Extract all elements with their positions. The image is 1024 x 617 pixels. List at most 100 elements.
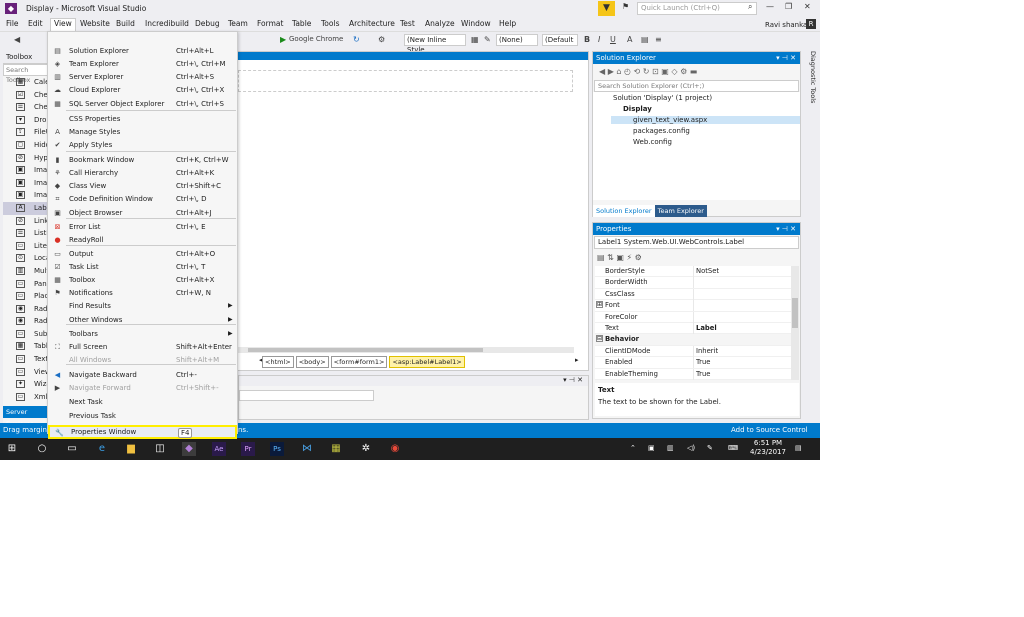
toolbox-item[interactable]: ☰CheckBoxList [3, 101, 51, 114]
volume-icon[interactable]: ◁) [687, 444, 695, 452]
design-surface[interactable] [238, 70, 573, 92]
diagnostic-tools-tab[interactable]: Diagnostic Tools [803, 51, 817, 121]
css-icon[interactable]: ▦ [471, 35, 479, 44]
visual-studio-taskbar-icon[interactable]: ◆ [182, 442, 196, 456]
tray-chevron-icon[interactable]: ⌃ [630, 444, 636, 452]
back-icon[interactable]: ◀ [14, 35, 20, 44]
start-icon[interactable]: ⊞ [5, 442, 19, 456]
tree-solution[interactable]: Solution 'Display' (1 project) [613, 94, 712, 102]
property-row[interactable]: ⊞ Font [595, 300, 791, 312]
solution-search-input[interactable]: Search Solution Explorer (Ctrl+;) [594, 80, 799, 92]
menu-item-output[interactable]: ▭ Output Ctrl+Alt+O [48, 248, 237, 260]
tab-team-explorer[interactable]: Team Explorer [654, 205, 707, 217]
menu-item-solution-explorer[interactable]: ▤ Solution Explorer Ctrl+Alt+L [48, 45, 237, 57]
store-icon[interactable]: ◫ [153, 442, 167, 456]
toolbox-item[interactable]: ▣ImageMap [3, 189, 51, 202]
menu-debug[interactable]: Debug [195, 19, 220, 28]
menu-incredibuild[interactable]: Incredibuild [145, 19, 189, 28]
object-selector[interactable]: Label1 System.Web.UI.WebControls.Label [594, 236, 799, 249]
menu-test[interactable]: Test [400, 19, 415, 28]
tree-project[interactable]: Display [623, 105, 652, 113]
pen-icon[interactable]: ✎ [707, 444, 713, 452]
font-color-icon[interactable]: A [627, 35, 632, 44]
property-value[interactable]: NotSet [696, 267, 719, 275]
horizontal-scrollbar[interactable] [238, 347, 574, 353]
menu-item-properties-window[interactable]: 🔧 Properties Window F4 [48, 425, 237, 439]
property-category[interactable]: ⊟ Behavior [595, 334, 791, 346]
property-row[interactable]: ForeColor [595, 311, 791, 323]
tray-network-icon[interactable]: ▣ [648, 444, 655, 452]
italic-icon[interactable]: I [598, 35, 600, 44]
file-explorer-icon[interactable]: ▆ [124, 442, 138, 456]
menu-help[interactable]: Help [499, 19, 516, 28]
browser-label[interactable]: Google Chrome [289, 35, 343, 43]
toolbox-item[interactable]: ✦Wizard [3, 378, 51, 391]
toolbox-item[interactable]: ☰ListBox [3, 227, 51, 240]
property-value[interactable]: True [696, 370, 710, 378]
breadcrumb-form[interactable]: <form#form1> [330, 356, 388, 368]
toolbox-item[interactable]: ▣Image [3, 164, 51, 177]
toolbar-icons[interactable]: ◀ ▶ ⌂ ◴ ⟲ ↻ ⊡ ▣ ◇ ⚙ ▬ [599, 67, 697, 76]
menu-item-toolbars[interactable]: Toolbars ▶ [48, 328, 237, 340]
refresh-icon[interactable]: ↻ [353, 35, 360, 44]
toolbar-icons[interactable]: ▤ ⇅ ▣ ⚡ ⚙ [597, 253, 642, 262]
notifications-flag-icon[interactable]: ⚑ [622, 2, 629, 11]
menu-item-class-view[interactable]: ◆ Class View Ctrl+Shift+C [48, 180, 237, 192]
menu-item-next-task[interactable]: Next Task [48, 396, 237, 408]
toolbox-item[interactable]: ▢HiddenField [3, 139, 51, 152]
app-icon[interactable]: ▦ [329, 442, 343, 456]
menu-item-navigate-forward[interactable]: ▶ Navigate Forward Ctrl+Shift+- [48, 382, 237, 394]
toolbox-item[interactable]: ◉RadioButton [3, 303, 51, 316]
expand-icon[interactable]: ⊟ [596, 335, 603, 343]
property-row[interactable]: ClientIDMode Inherit [595, 345, 791, 358]
property-value[interactable]: Inherit [696, 347, 718, 355]
menu-edit[interactable]: Edit [28, 19, 43, 28]
premiere-icon[interactable]: Pr [241, 442, 255, 456]
toolbox-item[interactable]: ▦ Table [3, 340, 51, 353]
toolbox-item[interactable]: ▭Substitution [3, 328, 51, 341]
tree-file-packages[interactable]: packages.config [633, 127, 690, 135]
breadcrumb-label[interactable]: <asp:Label#Label1> [389, 356, 465, 368]
menu-item-call-hierarchy[interactable]: ⚘ Call Hierarchy Ctrl+Alt+K [48, 167, 237, 179]
edge-icon[interactable]: e [95, 442, 109, 456]
browser-link-icon[interactable]: ⚙ [378, 35, 385, 44]
menu-file[interactable]: File [6, 19, 19, 28]
toolbox-item[interactable]: ▥MultiView [3, 265, 51, 278]
property-row[interactable]: Enabled True [595, 357, 791, 369]
menu-item-manage-styles[interactable]: A Manage Styles [48, 126, 237, 138]
toolbox-item[interactable]: ▦Calendar [3, 76, 51, 89]
align-icon[interactable]: ≡ [655, 35, 662, 44]
tray-app-icon[interactable]: ▥ [667, 444, 674, 452]
settings-icon[interactable]: ✲ [359, 442, 373, 456]
cortana-icon[interactable]: ○ [35, 442, 49, 456]
keyboard-icon[interactable]: ⌨ [728, 444, 738, 452]
highlight-icon[interactable]: ▤ [641, 35, 649, 44]
menu-item-css-properties[interactable]: CSS Properties [48, 113, 237, 125]
photoshop-icon[interactable]: Ps [270, 442, 284, 456]
chrome-icon[interactable]: ◉ [388, 442, 402, 456]
menu-item-code-definition-window[interactable]: ⌗ Code Definition Window Ctrl+\, D [48, 193, 237, 205]
toolbox-item[interactable]: ▭Literal [3, 240, 51, 253]
output-source-dropdown[interactable] [239, 390, 374, 401]
menu-website[interactable]: Website [80, 19, 110, 28]
menu-item-server-explorer[interactable]: ▥ Server Explorer Ctrl+Alt+S [48, 71, 237, 83]
toolbox-item[interactable]: ▭ View [3, 366, 51, 379]
toolbox-item[interactable]: ▣ImageButton [3, 177, 51, 190]
menu-view[interactable]: View [50, 18, 76, 31]
menu-item-previous-task[interactable]: Previous Task [48, 410, 237, 422]
toolbox-item[interactable]: ⇪FileUpload [3, 126, 51, 139]
property-value[interactable]: Label [696, 324, 717, 332]
search-icon[interactable]: ⌕ [748, 2, 752, 12]
menu-window[interactable]: Window [461, 19, 491, 28]
filter-icon[interactable]: ▼ [598, 1, 615, 16]
clock[interactable]: 6:51 PM 4/23/2017 [748, 439, 788, 457]
breadcrumb-html[interactable]: <html> [262, 356, 294, 368]
bold-icon[interactable]: B [584, 35, 590, 44]
property-row[interactable]: EnableTheming True [595, 368, 791, 380]
property-value[interactable]: True [696, 358, 710, 366]
quick-launch-input[interactable]: Quick Launch (Ctrl+Q) [637, 2, 757, 15]
underline-icon[interactable]: U [610, 35, 616, 44]
style-tool-icon[interactable]: ✎ [484, 35, 491, 44]
scroll-right-icon[interactable]: ▸ [575, 356, 579, 364]
toolbox-item[interactable]: ▾DropDownList [3, 114, 51, 127]
